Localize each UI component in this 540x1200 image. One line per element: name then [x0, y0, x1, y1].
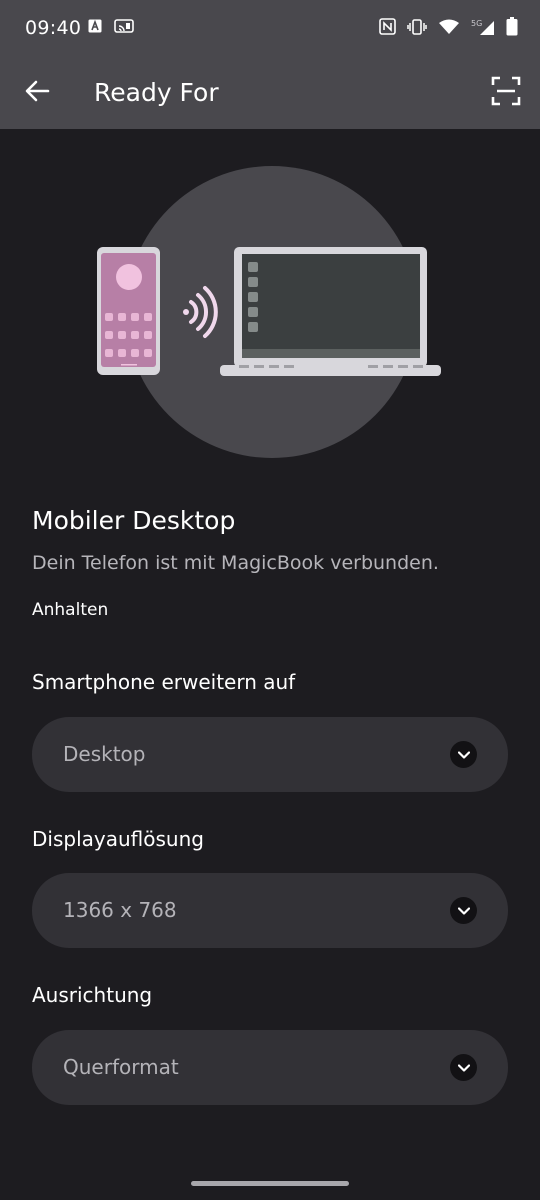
orientation-value: Querformat — [63, 1055, 179, 1079]
top-bar: 09:40 5G Ready For — [0, 0, 540, 129]
chevron-down-icon — [450, 897, 477, 924]
phone-illustration — [97, 247, 160, 375]
page-title: Ready For — [94, 78, 219, 107]
scan-frame-icon — [491, 76, 521, 110]
back-button[interactable] — [20, 76, 54, 110]
connection-subtitle: Dein Telefon ist mit MagicBook verbunden… — [32, 552, 439, 574]
network-label: 5G — [471, 19, 482, 28]
status-time: 09:40 — [25, 17, 82, 39]
extend-to-dropdown[interactable]: Desktop — [32, 717, 508, 792]
extend-to-value: Desktop — [63, 742, 146, 766]
resolution-label: Displayauflösung — [32, 827, 204, 851]
extend-to-label: Smartphone erweitern auf — [32, 670, 296, 694]
laptop-illustration — [220, 247, 441, 376]
arrow-back-icon — [24, 79, 50, 107]
resolution-value: 1366 x 768 — [63, 898, 177, 922]
wifi-icon — [438, 19, 460, 35]
pause-button[interactable]: Anhalten — [32, 600, 108, 620]
status-right-icons: 5G — [379, 17, 518, 36]
resolution-dropdown[interactable]: 1366 x 768 — [32, 873, 508, 948]
home-indicator[interactable] — [191, 1181, 349, 1186]
signal-5g-icon: 5G — [471, 18, 495, 36]
vibrate-icon — [407, 18, 427, 35]
a-box-icon — [88, 19, 102, 33]
chevron-down-icon — [450, 741, 477, 768]
battery-icon — [506, 17, 518, 36]
orientation-dropdown[interactable]: Querformat — [32, 1030, 508, 1105]
nfc-icon — [379, 18, 396, 35]
chevron-down-icon — [450, 1054, 477, 1081]
connection-title: Mobiler Desktop — [32, 506, 236, 535]
connection-illustration — [90, 165, 450, 460]
status-left-icons — [88, 19, 134, 33]
cast-icon — [114, 19, 134, 33]
orientation-label: Ausrichtung — [32, 983, 153, 1007]
scan-button[interactable] — [490, 76, 522, 110]
